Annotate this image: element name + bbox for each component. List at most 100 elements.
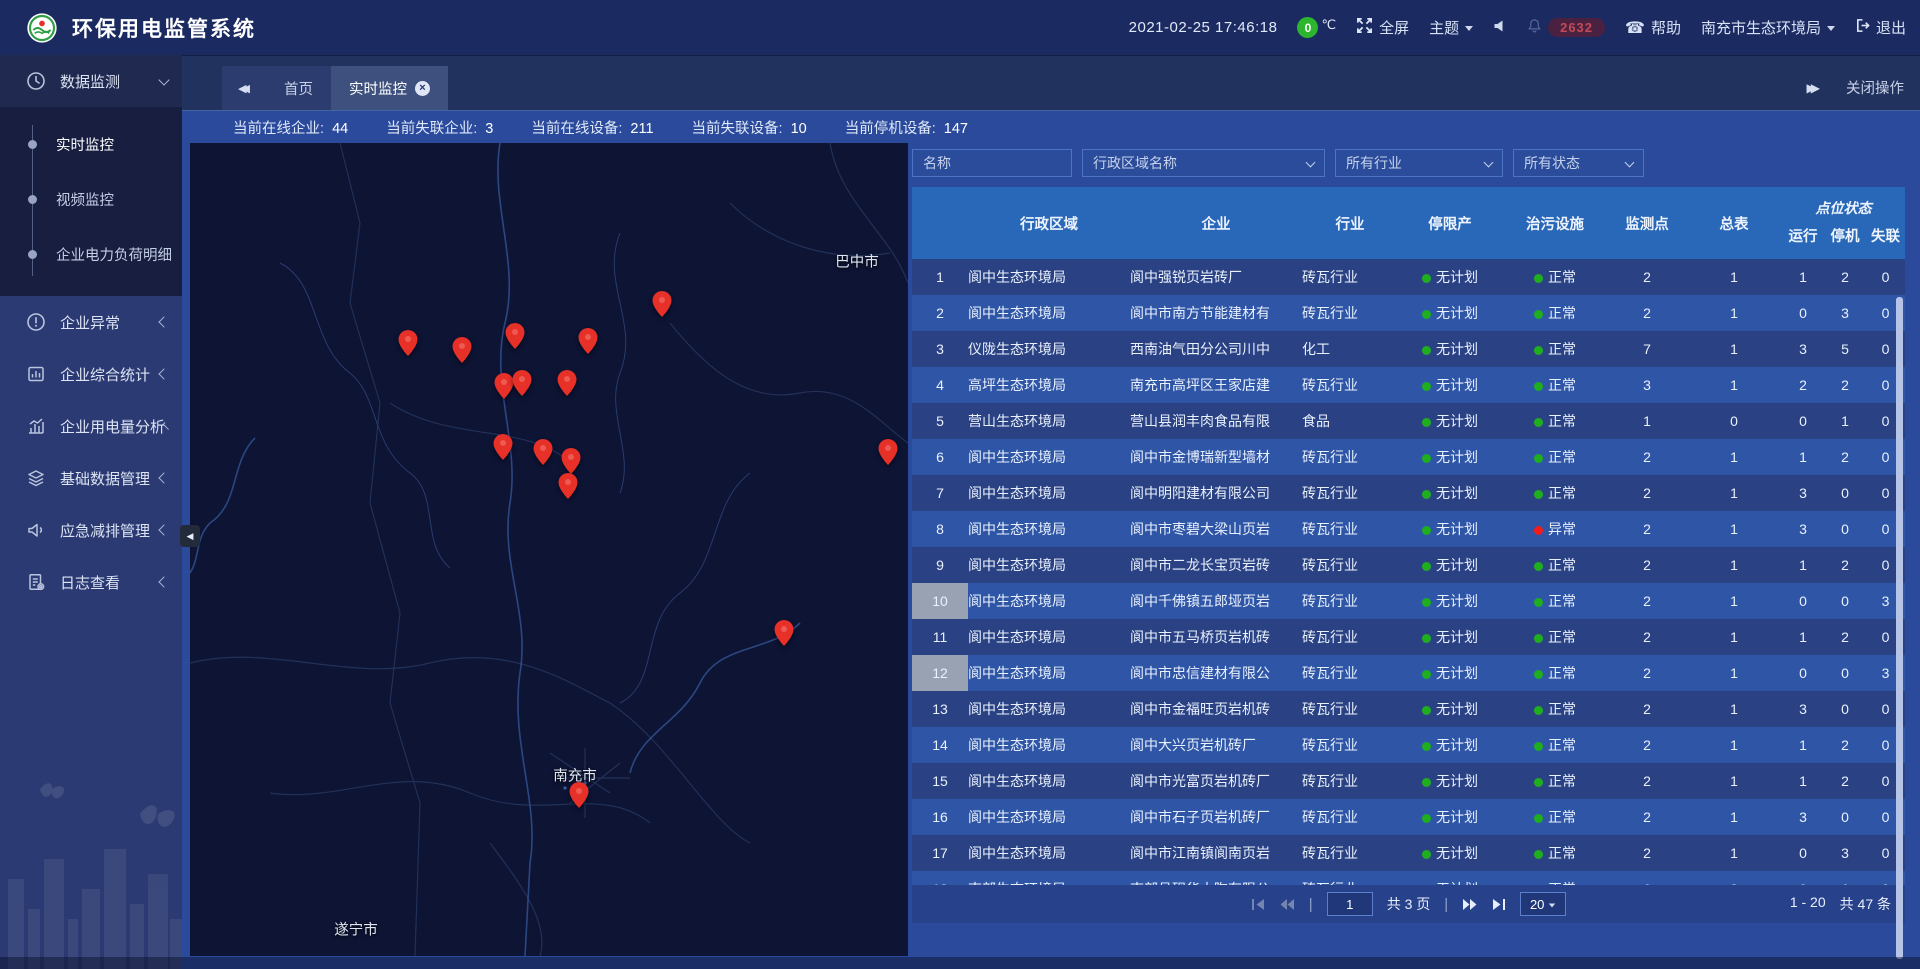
sidebar-item-基础数据管理[interactable]: 基础数据管理 <box>0 452 182 504</box>
table-row[interactable]: 17阆中生态环境局阆中市江南镇阆南页岩砖瓦行业无计划正常21030 <box>912 835 1905 871</box>
cell-stop-plan: 无计划 <box>1398 771 1502 791</box>
cell-running: 0 <box>1782 413 1824 429</box>
industry-select[interactable]: 所有行业 <box>1335 149 1503 177</box>
table-row[interactable]: 6阆中生态环境局阆中市金博瑞新型墙材砖瓦行业无计划正常21120 <box>912 439 1905 475</box>
col-group-point-status: 点位状态 <box>1782 198 1905 218</box>
cell-running: 0 <box>1782 665 1824 681</box>
map-pin-icon[interactable] <box>494 434 513 460</box>
table-row[interactable]: 7阆中生态环境局阆中明阳建材有限公司砖瓦行业无计划正常21300 <box>912 475 1905 511</box>
table-scrollbar[interactable] <box>1896 297 1903 959</box>
map-pin-icon[interactable] <box>399 330 418 356</box>
sidebar-item-企业综合统计[interactable]: 企业综合统计 <box>0 348 182 400</box>
help-button[interactable]: ☎ 帮助 <box>1625 17 1681 38</box>
table-row[interactable]: 11阆中生态环境局阆中市五马桥页岩机砖砖瓦行业无计划正常21120 <box>912 619 1905 655</box>
map-pin-icon[interactable] <box>453 337 472 363</box>
table-row[interactable]: 16阆中生态环境局阆中市石子页岩机砖厂砖瓦行业无计划正常21300 <box>912 799 1905 835</box>
status-dot-icon <box>1422 382 1431 391</box>
col-running: 运行 <box>1782 225 1824 259</box>
name-search-input[interactable] <box>912 149 1072 177</box>
row-number: 1 <box>912 269 968 285</box>
map-pin-icon[interactable] <box>562 448 581 474</box>
cell-monitor-points: 2 <box>1608 845 1686 861</box>
logout-button[interactable]: 退出 <box>1855 17 1906 38</box>
map-pin-icon[interactable] <box>534 439 553 465</box>
tab-realtime-monitor[interactable]: 实时监控 × <box>331 66 448 110</box>
map-pin-icon[interactable] <box>653 291 672 317</box>
cell-facility-status: 正常 <box>1502 843 1608 863</box>
cell-facility-status: 正常 <box>1502 339 1608 359</box>
table-row[interactable]: 13阆中生态环境局阆中市金福旺页岩机砖砖瓦行业无计划正常21300 <box>912 691 1905 727</box>
map-collapse-button[interactable]: ◀ <box>180 525 200 547</box>
cell-stop-plan: 无计划 <box>1398 375 1502 395</box>
table-row[interactable]: 4高坪生态环境局南充市高坪区王家店建砖瓦行业无计划正常31220 <box>912 367 1905 403</box>
sidebar-item-应急减排管理[interactable]: 应急减排管理 <box>0 504 182 556</box>
org-dropdown[interactable]: 南充市生态环境局 <box>1701 17 1835 38</box>
region-select[interactable]: 行政区域名称 <box>1082 149 1325 177</box>
next-page-button[interactable] <box>1462 898 1478 911</box>
map-pin-icon[interactable] <box>559 473 578 499</box>
cell-stop-plan: 无计划 <box>1398 591 1502 611</box>
page-title: 环保用电监管系统 <box>72 13 256 43</box>
sidebar-item-日志查看[interactable]: 日志查看 <box>0 556 182 608</box>
cell-industry: 砖瓦行业 <box>1302 447 1398 467</box>
table-row[interactable]: 2阆中生态环境局阆中市南方节能建材有砖瓦行业无计划正常21030 <box>912 295 1905 331</box>
status-select[interactable]: 所有状态 <box>1513 149 1644 177</box>
map-pin-icon[interactable] <box>558 370 577 396</box>
row-number: 17 <box>912 845 968 861</box>
map-canvas[interactable]: 巴中市南充市遂宁市 <box>190 143 908 956</box>
theme-dropdown[interactable]: 主题 <box>1429 17 1473 38</box>
table-row[interactable]: 3仪陇生态环境局西南油气田分公司川中化工无计划正常71350 <box>912 331 1905 367</box>
map-pin-icon[interactable] <box>506 323 525 349</box>
cell-company: 阆中市枣碧大梁山页岩 <box>1130 519 1302 539</box>
page-size-select[interactable]: 20 <box>1520 892 1566 916</box>
sidebar-item-企业用电量分析[interactable]: 企业用电量分析 <box>0 400 182 452</box>
close-operations-button[interactable]: 关闭操作 <box>1846 77 1904 98</box>
sidebar-item-数据监测[interactable]: 数据监测 <box>0 55 182 107</box>
tabs-scroll-right-button[interactable]: ▶▶ <box>1807 81 1820 95</box>
sidebar-item-label: 基础数据管理 <box>60 468 160 489</box>
table-row[interactable]: 18南部生态环境局南部县砚华土陶有限公砖瓦行业无计划正常62060 <box>912 871 1905 885</box>
page-number-input[interactable] <box>1327 892 1373 916</box>
cell-region: 阆中生态环境局 <box>968 807 1130 827</box>
cell-stop-plan: 无计划 <box>1398 447 1502 467</box>
map-pin-icon[interactable] <box>513 370 532 396</box>
table-row[interactable]: 9阆中生态环境局阆中市二龙长宝页岩砖砖瓦行业无计划正常21120 <box>912 547 1905 583</box>
map-pin-icon[interactable] <box>495 373 514 399</box>
table-row[interactable]: 10阆中生态环境局阆中千佛镇五郎垭页岩砖瓦行业无计划正常21003 <box>912 583 1905 619</box>
table-header: 行政区域 企业 行业 停限产 治污设施 监测点 总表 运行 停机 失联 点位状态 <box>912 187 1905 259</box>
map-pin-icon[interactable] <box>570 782 589 808</box>
sidebar-item-企业异常[interactable]: 企业异常 <box>0 296 182 348</box>
table-row[interactable]: 5营山生态环境局营山县润丰肉食品有限食品无计划正常10010 <box>912 403 1905 439</box>
first-page-button[interactable] <box>1251 898 1265 911</box>
mute-button[interactable] <box>1493 19 1507 37</box>
cell-total-meters: 1 <box>1686 737 1782 753</box>
sidebar-subitem-视频监控[interactable]: 视频监控 <box>0 172 182 227</box>
last-page-button[interactable] <box>1492 898 1506 911</box>
table-row[interactable]: 14阆中生态环境局阆中大兴页岩机砖厂砖瓦行业无计划正常21120 <box>912 727 1905 763</box>
cell-company: 阆中市石子页岩机砖厂 <box>1130 807 1302 827</box>
prev-page-button[interactable] <box>1279 898 1295 911</box>
table-row[interactable]: 8阆中生态环境局阆中市枣碧大梁山页岩砖瓦行业无计划异常21300 <box>912 511 1905 547</box>
status-dot-icon <box>1534 670 1543 679</box>
notifications-button[interactable]: 2632 <box>1527 18 1605 37</box>
status-dot-icon <box>1534 346 1543 355</box>
table-row[interactable]: 12阆中生态环境局阆中市忠信建材有限公砖瓦行业无计划正常21003 <box>912 655 1905 691</box>
table-row[interactable]: 15阆中生态环境局阆中市光富页岩机砖厂砖瓦行业无计划正常21120 <box>912 763 1905 799</box>
status-dot-icon <box>1422 526 1431 535</box>
tabs-scroll-left-button[interactable]: ◀◀ <box>222 66 266 110</box>
tab-close-icon[interactable]: × <box>415 81 430 96</box>
cell-running: 1 <box>1782 737 1824 753</box>
map-pin-icon[interactable] <box>879 439 898 465</box>
table-row[interactable]: 1阆中生态环境局阆中强锐页岩砖厂砖瓦行业无计划正常21120 <box>912 259 1905 295</box>
tab-home[interactable]: 首页 <box>266 66 331 110</box>
row-number: 11 <box>912 629 968 645</box>
map-pin-icon[interactable] <box>579 328 598 354</box>
sidebar-subitem-企业电力负荷明细[interactable]: 企业电力负荷明细 <box>0 227 182 282</box>
cell-company: 阆中市光富页岩机砖厂 <box>1130 771 1302 791</box>
cell-facility-status: 正常 <box>1502 699 1608 719</box>
cell-running: 3 <box>1782 485 1824 501</box>
map-pin-icon[interactable] <box>775 620 794 646</box>
fullscreen-button[interactable]: 全屏 <box>1356 17 1409 38</box>
stat-value: 44 <box>332 121 348 137</box>
sidebar-subitem-实时监控[interactable]: 实时监控 <box>0 117 182 172</box>
